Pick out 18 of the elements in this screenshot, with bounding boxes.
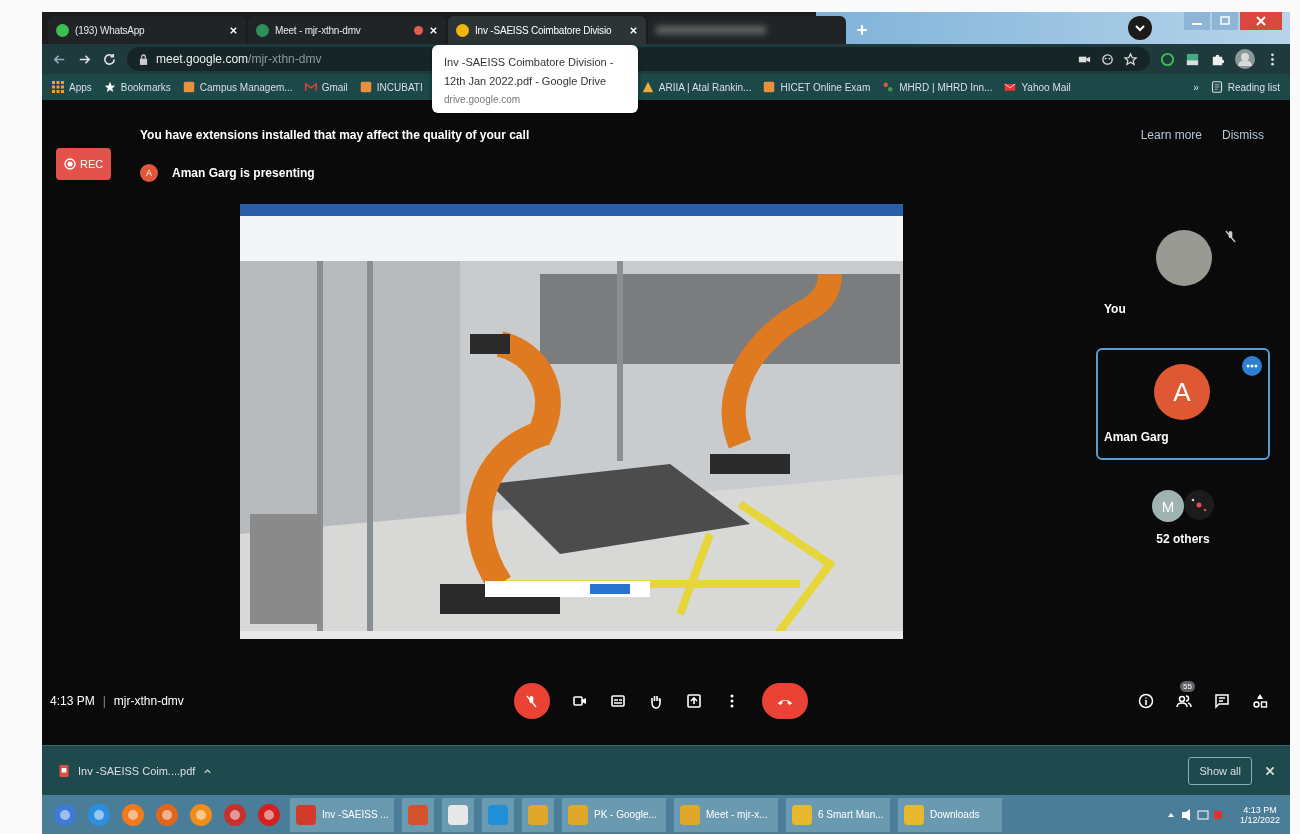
extensions-warning: You have extensions installed that may affect the quality of your call [140, 128, 530, 142]
tab-title: Meet - mjr-xthn-dmv [275, 24, 362, 36]
participant-name: Aman Garg [1104, 430, 1169, 444]
tooltip-url: drive.google.com [444, 94, 522, 106]
meeting-time: 4:13 PM [50, 694, 95, 708]
others-count: 52 others [1156, 532, 1210, 546]
presenter-text: Aman Garg is presenting [172, 166, 315, 180]
participant-name: You [1104, 302, 1126, 316]
separator: | [102, 694, 106, 708]
participant-avatar: M [1152, 490, 1184, 522]
presenter-avatar: A [140, 164, 158, 182]
recording-badge: REC [56, 148, 112, 180]
url-text: meet.google.com/mjr-xthn-dmv [156, 52, 322, 66]
participant-avatar: A [1154, 364, 1210, 420]
tab-title: Inv -SAEISS Coimbatore Divisio [475, 24, 613, 36]
participant-count-badge: 55 [1180, 681, 1195, 692]
tab-title: (193) WhatsApp [75, 24, 146, 36]
meeting-code: mjr-xthn-dmv [113, 694, 184, 708]
